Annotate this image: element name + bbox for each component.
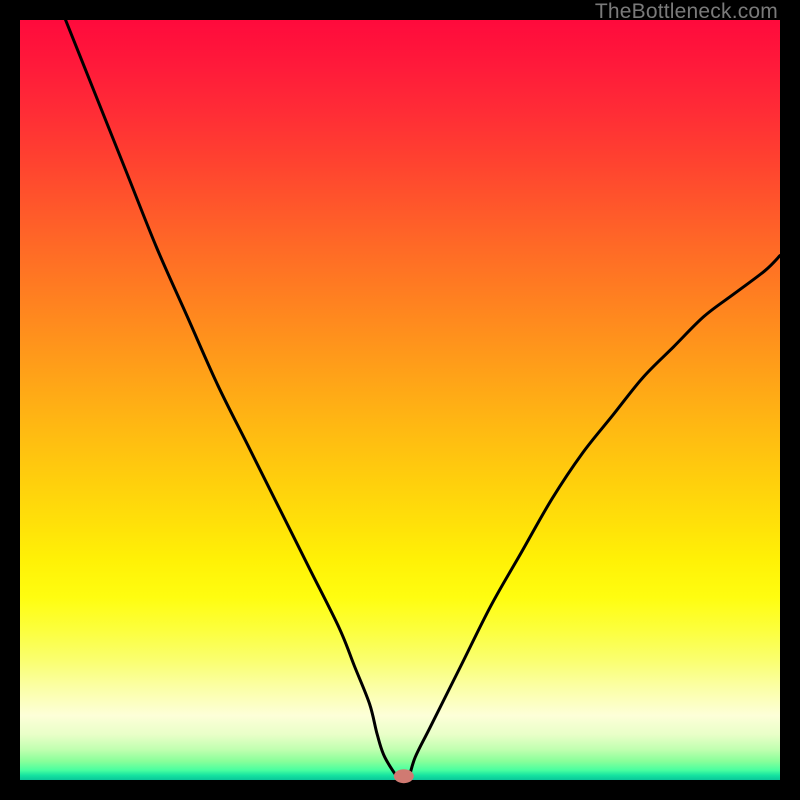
optimal-marker bbox=[394, 769, 414, 783]
chart-frame: TheBottleneck.com bbox=[0, 0, 800, 800]
curve-layer bbox=[20, 20, 780, 780]
plot-area bbox=[20, 20, 780, 780]
bottleneck-curve bbox=[66, 20, 780, 783]
